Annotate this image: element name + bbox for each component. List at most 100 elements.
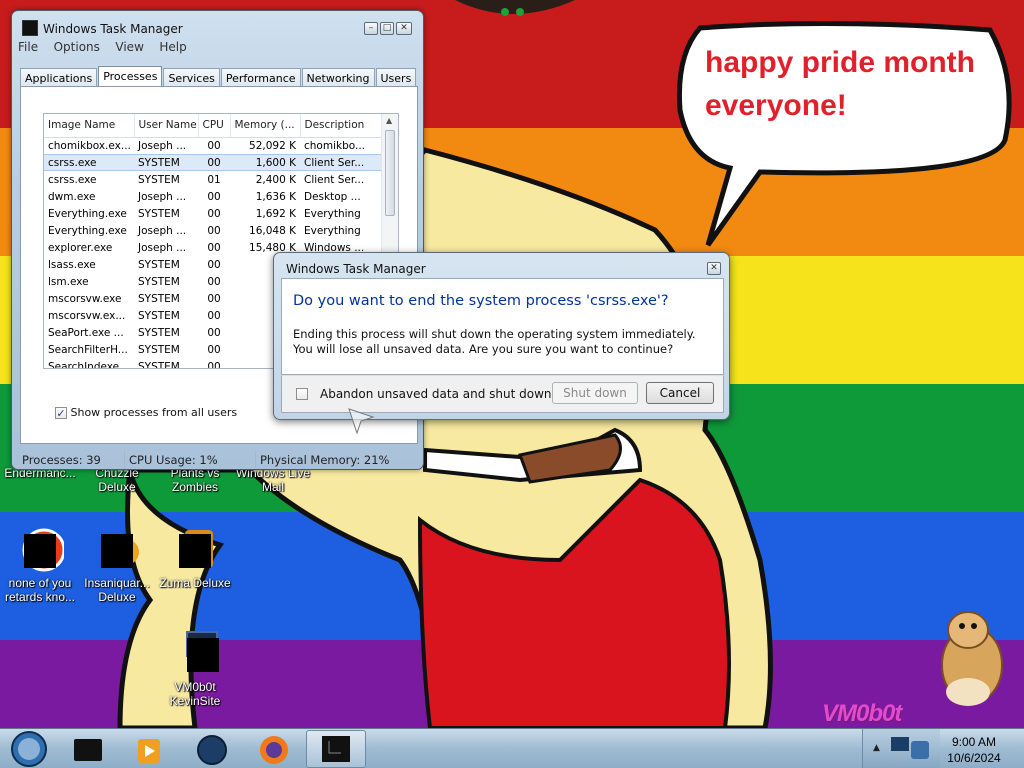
process-image-name: csrss.exe (48, 173, 97, 186)
process-image-name: chomikbox.ex... (48, 139, 131, 152)
process-memory: 52,092 K (249, 139, 296, 152)
taskbar-button-firefox[interactable] (250, 733, 298, 767)
show-all-users-checkbox[interactable] (55, 407, 67, 419)
process-image-name: dwm.exe (48, 190, 96, 203)
process-image-name: Everything.exe (48, 207, 127, 220)
taskbar-button-task-manager[interactable] (306, 730, 366, 768)
process-user-name: SYSTEM (138, 343, 180, 356)
process-row[interactable]: csrss.exe SYSTEM 00 1,600 K Client Ser... (44, 154, 382, 171)
tab-performance[interactable]: Performance (220, 68, 301, 87)
menu-file[interactable]: File (18, 40, 38, 54)
desktop-icon-plants-vs-zombies[interactable]: Plants vs Zombies (155, 466, 235, 494)
process-user-name: SYSTEM (138, 360, 180, 369)
process-row[interactable]: dwm.exe Joseph ... 00 1,636 K Desktop ... (44, 188, 382, 205)
tab-processes[interactable]: Processes (98, 66, 163, 87)
process-image-name: lsm.exe (48, 275, 89, 288)
process-row[interactable]: Everything.exe Joseph ... 00 16,048 K Everyt… (44, 222, 382, 239)
network-icon[interactable] (889, 735, 933, 763)
vm0b0t-watermark: VM0b0t (822, 700, 902, 727)
column-header-image-name[interactable]: Image Name (44, 114, 135, 138)
desktop-icon-chuzzle[interactable]: Chuzzle Deluxe (77, 466, 157, 494)
process-image-name: mscorsvw.ex... (48, 309, 126, 322)
frog-idol-icon (171, 524, 219, 572)
process-image-name: SeaPort.exe ... (48, 326, 124, 339)
process-row[interactable]: chomikbox.ex... Joseph ... 00 52,092 K chomi… (44, 137, 382, 154)
process-user-name: SYSTEM (138, 207, 180, 220)
menu-view[interactable]: View (115, 40, 143, 54)
process-cpu: 00 (207, 309, 221, 322)
status-cpu-usage: CPU Usage: 1% (129, 453, 218, 467)
column-header-user-name[interactable]: User Name (134, 114, 199, 138)
process-image-name: csrss.exe (44, 154, 134, 171)
desktop-icon-label: VM0b0t KevinSite (169, 680, 221, 708)
desktop-icon-label: Windows Live Mail (235, 466, 311, 494)
column-header-memory[interactable]: Memory (... (230, 114, 301, 138)
tab-services[interactable]: Services (163, 68, 220, 87)
taskbar-clock[interactable]: 9:00 AM 10/6/2024 (944, 734, 1004, 766)
process-row[interactable]: csrss.exe SYSTEM 01 2,400 K Client Ser... (44, 171, 382, 188)
process-cpu: 00 (207, 224, 221, 237)
close-button[interactable]: ✕ (396, 22, 412, 35)
start-button[interactable] (4, 730, 50, 768)
scroll-thumb[interactable] (385, 130, 395, 216)
process-user-name: SYSTEM (138, 326, 180, 339)
menu-options[interactable]: Options (54, 40, 100, 54)
menu-help[interactable]: Help (159, 40, 186, 54)
tab-users[interactable]: Users (375, 68, 417, 87)
tab-strip: Applications Processes Services Performa… (20, 66, 417, 87)
desktop-icon-label: none of you retards kno... (4, 576, 76, 604)
process-memory: 16,048 K (249, 224, 296, 237)
taskbar-button-app1[interactable] (64, 733, 112, 767)
abandon-data-checkbox[interactable] (296, 388, 308, 400)
process-cpu: 01 (207, 173, 221, 186)
shutdown-button[interactable]: Shut down (552, 382, 638, 404)
desktop-icon-vm0b0t-kevinsite[interactable]: VM0b0t KevinSite (155, 628, 235, 708)
process-user-name: Joseph ... (138, 241, 187, 254)
clock-date: 10/6/2024 (947, 751, 1001, 765)
process-user-name: SYSTEM (138, 309, 180, 322)
tab-networking[interactable]: Networking (301, 68, 375, 87)
task-manager-title: Windows Task Manager (43, 22, 183, 36)
end-process-dialog: Windows Task Manager ✕ Do you want to en… (273, 252, 730, 420)
desktop-icon-zuma-deluxe[interactable]: Zuma Deluxe (155, 524, 235, 590)
column-header-description[interactable]: Description (300, 114, 383, 138)
desktop-icon-label: Zuma Deluxe (159, 576, 231, 590)
process-cpu: 00 (207, 258, 221, 271)
taskbar-button-globe[interactable] (188, 733, 236, 767)
process-description: Client Ser... (300, 154, 382, 171)
maximize-button[interactable]: □ (380, 22, 394, 35)
column-header-cpu[interactable]: CPU (198, 114, 231, 138)
monitor-icon (171, 628, 219, 676)
show-hidden-icons-icon[interactable]: ▲ (873, 743, 880, 753)
process-user-name: SYSTEM (138, 258, 180, 271)
show-all-users-option[interactable]: Show processes from all users (55, 406, 237, 419)
cancel-button[interactable]: Cancel (646, 382, 714, 404)
process-cpu: 00 (207, 190, 221, 203)
process-cpu: 00 (207, 207, 221, 220)
desktop-icon-none-of-you[interactable]: none of you retards kno... (0, 524, 80, 604)
speech-bubble-line1: happy pride month (705, 46, 975, 79)
status-physical-memory: Physical Memory: 21% (260, 453, 390, 467)
desktop-icon-insaniquarium[interactable]: Insaniquar... Deluxe (77, 524, 157, 604)
process-user-name: Joseph ... (138, 224, 187, 237)
process-image-name: lsass.exe (48, 258, 96, 271)
process-description: Everything (304, 224, 361, 237)
clock-time: 9:00 AM (951, 735, 997, 749)
process-cpu: 00 (198, 154, 230, 171)
process-user-name: Joseph ... (138, 139, 187, 152)
dialog-close-button[interactable]: ✕ (707, 262, 721, 275)
scroll-up-arrow-icon[interactable]: ▲ (386, 116, 392, 125)
notification-area: ▲ (862, 729, 940, 768)
desktop-icon-label: Chuzzle Deluxe (95, 466, 139, 494)
taskbar-button-media-player[interactable] (126, 733, 174, 767)
minimize-button[interactable]: – (364, 22, 378, 35)
desktop-icon-windows-live-mail[interactable]: Windows Live Mail (233, 466, 313, 494)
process-row[interactable]: Everything.exe SYSTEM 00 1,692 K Everything (44, 205, 382, 222)
fish-icon (93, 524, 141, 572)
dialog-message: Ending this process will shut down the o… (293, 327, 696, 356)
task-manager-icon (22, 20, 38, 36)
process-user-name: Joseph ... (138, 190, 187, 203)
tab-applications[interactable]: Applications (20, 68, 98, 87)
process-description: Client Ser... (304, 173, 365, 186)
process-cpu: 00 (207, 292, 221, 305)
